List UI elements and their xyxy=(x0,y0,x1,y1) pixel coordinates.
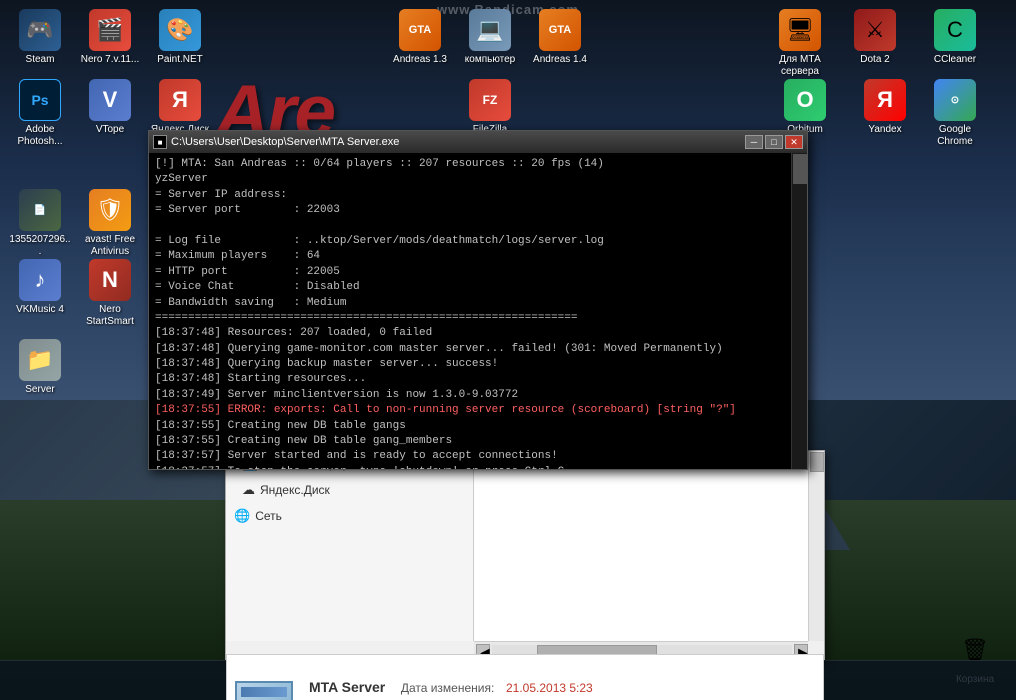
file-date-modified-value: 21.05.2013 5:23 xyxy=(506,681,593,695)
file-info-panel: MTA Server Дата изменения: 21.05.2013 5:… xyxy=(226,654,824,700)
cmd-maximize-button[interactable]: □ xyxy=(765,135,783,149)
icon-gta14-label: Andreas 1.4 xyxy=(533,54,587,66)
icon-steam[interactable]: 🎮 Steam xyxy=(5,5,75,70)
icon-nero-start[interactable]: N Nero StartSmart xyxy=(75,255,145,332)
icon-computer-label: компьютер xyxy=(465,54,515,66)
icon-paint[interactable]: 🎨 Paint.NET xyxy=(145,5,215,70)
adobe-icon-img: Ps xyxy=(19,79,61,121)
explorer-item-network-label: Сеть xyxy=(255,509,282,523)
avast-icon-img: 🛡 xyxy=(89,189,131,231)
file-info-details: MTA Server Дата изменения: 21.05.2013 5:… xyxy=(309,674,593,700)
cmd-close-button[interactable]: ✕ xyxy=(785,135,803,149)
desktop: www.Bandicam.com Are 🎮 Steam 🎬 Nero 7.v.… xyxy=(0,0,1016,700)
nero-start-icon-img: N xyxy=(89,259,131,301)
vtope-icon-img: V xyxy=(89,79,131,121)
icon-nero-label: Nero 7.v.11... xyxy=(81,54,140,66)
explorer-main-area xyxy=(474,451,808,641)
ccleaner-icon-img: C xyxy=(934,9,976,51)
steam-icon-img: 🎮 xyxy=(19,9,61,51)
cmd-output: [!] MTA: San Andreas :: 0/64 players :: … xyxy=(149,153,807,469)
icon-nero-start-label: Nero StartSmart xyxy=(79,304,141,328)
cmd-scrollbar-thumb xyxy=(793,154,807,184)
explorer-sidebar: 💾 Новый том (D:) ☁ Яндекс.Диск 🌐 Сеть xyxy=(226,451,474,641)
explorer-window: 💾 Новый том (D:) ☁ Яндекс.Диск 🌐 Сеть ◄ xyxy=(225,450,825,660)
file-icon-large-container xyxy=(235,681,297,700)
dota-icon-img: ⚔ xyxy=(854,9,896,51)
chrome-icon-img: ⊙ xyxy=(934,79,976,121)
explorer-item-network[interactable]: 🌐 Сеть xyxy=(226,503,473,529)
icon-adobe-label: Adobe Photosh... xyxy=(9,124,71,148)
gta13-icon-img: GTA xyxy=(399,9,441,51)
cmd-content-area: [!] MTA: San Andreas :: 0/64 players :: … xyxy=(149,153,807,469)
cmd-title-text: C:\Users\User\Desktop\Server\MTA Server.… xyxy=(171,136,399,148)
network-icon: 🌐 xyxy=(234,508,250,524)
orbitum-icon-img: O xyxy=(784,79,826,121)
cmd-title-area: ■ C:\Users\User\Desktop\Server\MTA Serve… xyxy=(153,135,399,149)
icon-server-label: Server xyxy=(25,384,54,396)
file-large-icon xyxy=(235,681,293,700)
icon-server[interactable]: 📁 Server xyxy=(5,335,75,400)
icon-vkmusic-label: VKMusic 4 xyxy=(16,304,64,316)
icon-avast[interactable]: 🛡 avast! Free Antivirus xyxy=(75,185,145,262)
server-icon-img: 📁 xyxy=(19,339,61,381)
nero-icon-img: 🎬 xyxy=(89,9,131,51)
yandex-disk-folder-icon: ☁ xyxy=(242,482,255,498)
vkmusic-icon-img: ♪ xyxy=(19,259,61,301)
explorer-item-yandex-disk-label: Яндекс.Диск xyxy=(260,483,330,497)
icon-paint-label: Paint.NET xyxy=(157,54,203,66)
cmd-minimize-button[interactable]: ─ xyxy=(745,135,763,149)
icon-mta-server[interactable]: 🖥 Для МТА сервера xyxy=(765,5,835,82)
icon-dota[interactable]: ⚔ Dota 2 xyxy=(840,5,910,70)
yandex-disk-icon-img: Я xyxy=(159,79,201,121)
icon-computer[interactable]: 💻 компьютер xyxy=(455,5,525,70)
cmd-window-icon: ■ xyxy=(153,135,167,149)
icon-num[interactable]: 📄 1355207296... xyxy=(5,185,75,262)
explorer-vertical-scrollbar[interactable] xyxy=(808,451,824,641)
icon-chrome[interactable]: ⊙ Google Chrome xyxy=(920,75,990,152)
cmd-scrollbar[interactable] xyxy=(791,153,807,469)
computer-icon-img: 💻 xyxy=(469,9,511,51)
icon-chrome-label: Google Chrome xyxy=(924,124,986,148)
icon-adobe[interactable]: Ps Adobe Photosh... xyxy=(5,75,75,152)
icon-vtope-label: VTope xyxy=(96,124,124,136)
icon-nero[interactable]: 🎬 Nero 7.v.11... xyxy=(75,5,145,70)
icon-gta13[interactable]: GTA Andreas 1.3 xyxy=(385,5,455,70)
file-icon-titlebar xyxy=(241,687,287,697)
cmd-controls: ─ □ ✕ xyxy=(745,135,803,149)
icon-ccleaner-label: CCleaner xyxy=(934,54,976,66)
num-icon-img: 📄 xyxy=(19,189,61,231)
icon-dota-label: Dota 2 xyxy=(860,54,889,66)
icon-steam-label: Steam xyxy=(26,54,55,66)
file-date-modified-label: Дата изменения: xyxy=(401,681,495,695)
yandex-icon-img: Я xyxy=(864,79,906,121)
paint-icon-img: 🎨 xyxy=(159,9,201,51)
explorer-vscroll-thumb xyxy=(810,452,824,472)
file-name-text: MTA Server xyxy=(309,679,385,695)
gta14-icon-img: GTA xyxy=(539,9,581,51)
filezilla-icon-img: FZ xyxy=(469,79,511,121)
icon-vtope[interactable]: V VTope xyxy=(75,75,145,140)
file-info-name: MTA Server Дата изменения: 21.05.2013 5:… xyxy=(309,674,593,700)
icon-ccleaner[interactable]: C CCleaner xyxy=(920,5,990,70)
explorer-item-yandex-disk[interactable]: ☁ Яндекс.Диск xyxy=(226,477,473,503)
icon-yandex-label: Yandex xyxy=(868,124,901,136)
icon-gta13-label: Andreas 1.3 xyxy=(393,54,447,66)
mta-server-icon-img: 🖥 xyxy=(779,9,821,51)
cmd-window: ■ C:\Users\User\Desktop\Server\MTA Serve… xyxy=(148,130,808,470)
icon-yandex[interactable]: Я Yandex xyxy=(850,75,920,140)
icon-gta14[interactable]: GTA Andreas 1.4 xyxy=(525,5,595,70)
cmd-titlebar: ■ C:\Users\User\Desktop\Server\MTA Serve… xyxy=(149,131,807,153)
icon-vkmusic[interactable]: ♪ VKMusic 4 xyxy=(5,255,75,320)
